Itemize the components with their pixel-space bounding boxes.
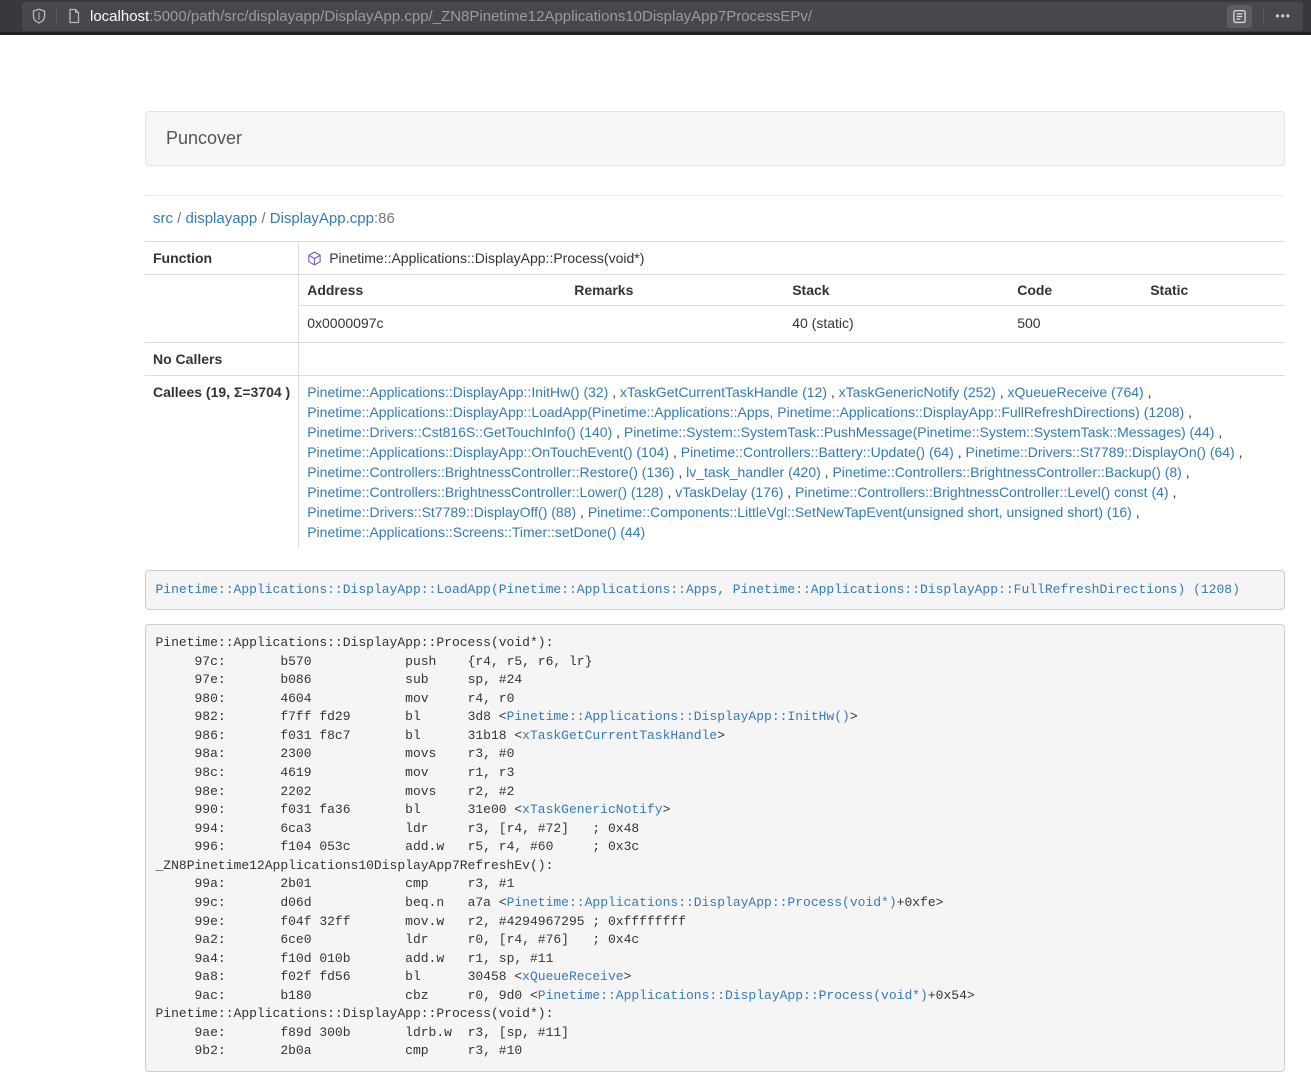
no-callers-label: No Callers [145,343,299,376]
callee-link[interactable]: lv_task_handler (420) [686,464,821,480]
highlighted-callee-link[interactable]: Pinetime::Applications::DisplayApp::Load… [156,582,1240,597]
callee-link[interactable]: xTaskGetCurrentTaskHandle (12) [620,384,827,400]
callees-row: Callees (19, Σ=3704 ) Pinetime::Applicat… [145,376,1285,549]
stats-column-header: Static [1142,275,1285,306]
callee-link[interactable]: Pinetime::Controllers::Battery::Update()… [681,444,954,460]
callee-link[interactable]: Pinetime::Controllers::BrightnessControl… [307,464,674,480]
callee-link[interactable]: Pinetime::Controllers::BrightnessControl… [795,484,1168,500]
stats-column-header: Remarks [566,275,784,306]
stats-row: AddressRemarksStackCodeStatic0x0000097c4… [145,275,1285,343]
stats-column-header: Stack [784,275,1009,306]
url-host: localhost [90,8,149,25]
stats-cell: 500 [1009,306,1142,343]
stats-cell: 40 (static) [784,306,1009,343]
breadcrumb-link[interactable]: displayapp [186,210,258,227]
browser-toolbar: localhost:5000/path/src/displayapp/Displ… [0,0,1311,35]
shield-icon[interactable] [31,8,47,24]
breadcrumb: src / displayapp / DisplayApp.cpp:86 [153,210,1285,227]
url-bar[interactable]: localhost:5000/path/src/displayapp/Displ… [22,2,1303,31]
breadcrumb-link[interactable]: src [153,210,173,227]
callee-link[interactable]: Pinetime::Applications::DisplayApp::Load… [307,404,1184,420]
stats-column-header: Code [1009,275,1142,306]
symbol-cube-icon [307,251,322,266]
function-row: Function Pinetime::Applications::Display… [145,242,1285,275]
stats-table: AddressRemarksStackCodeStatic0x0000097c4… [299,275,1285,342]
callee-link[interactable]: Pinetime::Drivers::St7789::DisplayOn() (… [966,444,1235,460]
callee-link[interactable]: xQueueReceive (764) [1008,384,1144,400]
breadcrumb-line-number: :86 [374,210,395,227]
highlighted-callee-panel: Pinetime::Applications::DisplayApp::Load… [145,570,1285,610]
callee-link[interactable]: Pinetime::Controllers::BrightnessControl… [832,464,1181,480]
page-title: Puncover [166,128,242,148]
stats-cell [566,306,784,343]
breadcrumb-link[interactable]: DisplayApp.cpp [270,210,374,227]
breadcrumb-separator: / [257,210,270,227]
callee-link[interactable]: Pinetime::Drivers::Cst816S::GetTouchInfo… [307,424,612,440]
page-icon [66,8,82,24]
callee-link[interactable]: Pinetime::Controllers::BrightnessControl… [307,484,663,500]
callee-link[interactable]: Pinetime::Applications::Screens::Timer::… [307,524,645,540]
callee-link[interactable]: Pinetime::Drivers::St7789::DisplayOff() … [307,504,576,520]
disassembly-symbol-link[interactable]: Pinetime::Applications::DisplayApp::Proc… [538,988,928,1003]
function-name: Pinetime::Applications::DisplayApp::Proc… [329,248,644,268]
stats-column-header: Address [299,275,566,306]
reader-view-icon[interactable] [1227,5,1252,28]
stats-data-row: 0x0000097c 40 (static)500 [299,306,1285,343]
callee-link[interactable]: vTaskDelay (176) [675,484,783,500]
callee-link[interactable]: Pinetime::Applications::DisplayApp::OnTo… [307,444,669,460]
callee-link[interactable]: Pinetime::Components::LittleVgl::SetNewT… [588,504,1132,520]
callees-list: Pinetime::Applications::DisplayApp::Init… [299,376,1285,549]
app-header: Puncover [145,111,1285,166]
stats-header-row: AddressRemarksStackCodeStatic [299,275,1285,306]
disassembly-symbol-link[interactable]: xQueueReceive [522,969,623,984]
url-path: :5000/path/src/displayapp/DisplayApp.cpp… [149,8,812,25]
disassembly-symbol-link[interactable]: Pinetime::Applications::DisplayApp::Init… [507,709,850,724]
disassembly-symbol-link[interactable]: xTaskGetCurrentTaskHandle [522,728,717,743]
toolbar-separator [56,7,57,25]
callees-label: Callees (19, Σ=3704 ) [145,376,299,549]
breadcrumb-separator: / [173,210,186,227]
callee-link[interactable]: xTaskGenericNotify (252) [839,384,996,400]
stats-cell: 0x0000097c [299,306,566,343]
divider [145,195,1285,196]
function-label: Function [145,242,299,275]
function-table: Function Pinetime::Applications::Display… [145,241,1285,548]
page-actions-ellipsis-icon[interactable]: ••• [1273,10,1297,22]
no-callers-row: No Callers [145,343,1285,376]
callee-link[interactable]: Pinetime::System::SystemTask::PushMessag… [624,424,1215,440]
url-text[interactable]: localhost:5000/path/src/displayapp/Displ… [90,8,1227,25]
callee-link[interactable]: Pinetime::Applications::DisplayApp::Init… [307,384,608,400]
page-content: Puncover src / displayapp / DisplayApp.c… [0,35,1311,1072]
disassembly-symbol-link[interactable]: xTaskGenericNotify [522,802,662,817]
disassembly-listing: Pinetime::Applications::DisplayApp::Proc… [145,624,1285,1072]
stats-cell [1142,306,1285,343]
disassembly-symbol-link[interactable]: Pinetime::Applications::DisplayApp::Proc… [507,895,897,910]
toolbar-separator [1263,7,1264,25]
